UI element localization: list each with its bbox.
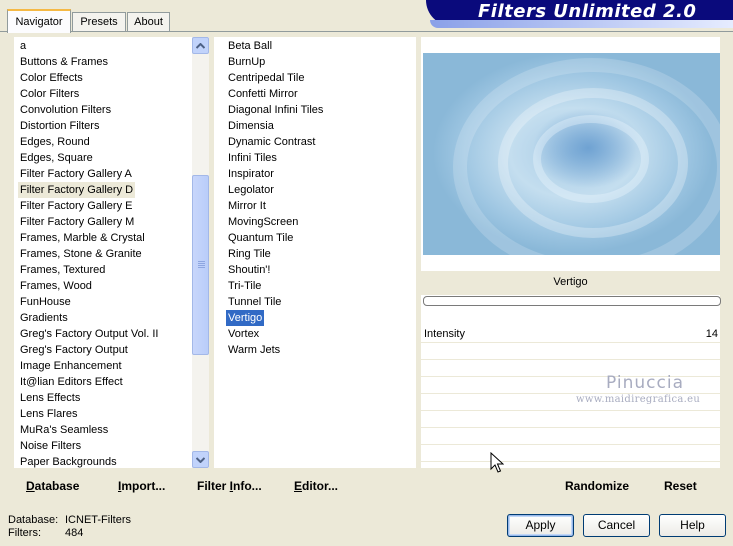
- list-item[interactable]: Color Effects: [18, 70, 85, 86]
- filter-list[interactable]: Beta Ball BurnUp Centripedal Tile Confetti …: [226, 38, 412, 358]
- list-item[interactable]: Gradients: [18, 310, 70, 326]
- chevron-up-icon: [196, 42, 205, 49]
- list-item[interactable]: Filter Factory Gallery D: [18, 182, 136, 198]
- reset-button[interactable]: Reset: [664, 479, 697, 493]
- list-item[interactable]: Filter Factory Gallery A: [18, 166, 134, 182]
- list-item[interactable]: Edges, Square: [18, 150, 95, 166]
- scroll-up-button[interactable]: [192, 37, 209, 54]
- database-button[interactable]: Database: [26, 479, 79, 493]
- param-row: [421, 445, 720, 462]
- list-item[interactable]: Distortion Filters: [18, 118, 101, 134]
- param-row-intensity[interactable]: Intensity 14: [421, 326, 720, 343]
- list-item[interactable]: MovingScreen: [226, 214, 300, 230]
- mouse-cursor-icon: [490, 452, 504, 473]
- category-scrollbar[interactable]: [192, 37, 209, 468]
- database-label: Database:: [8, 514, 59, 526]
- param-row: [421, 411, 720, 428]
- tab-divider: [0, 31, 733, 32]
- list-item[interactable]: Frames, Textured: [18, 262, 107, 278]
- list-item[interactable]: Confetti Mirror: [226, 86, 300, 102]
- list-item[interactable]: Noise Filters: [18, 438, 83, 454]
- filters-count-label: Filters:: [8, 527, 41, 539]
- list-item[interactable]: Dimensia: [226, 118, 276, 134]
- chevron-down-icon: [196, 456, 205, 463]
- tab-presets[interactable]: Presets: [72, 12, 126, 31]
- list-item[interactable]: Convolution Filters: [18, 102, 113, 118]
- list-item[interactable]: Shoutin'!: [226, 262, 272, 278]
- list-item[interactable]: Beta Ball: [226, 38, 274, 54]
- help-button[interactable]: Help: [659, 514, 726, 537]
- param-row: [421, 343, 720, 360]
- list-item[interactable]: Dynamic Contrast: [226, 134, 317, 150]
- list-item[interactable]: Legolator: [226, 182, 276, 198]
- list-item[interactable]: Diagonal Infini Tiles: [226, 102, 325, 118]
- list-item[interactable]: Tri-Tile: [226, 278, 263, 294]
- filter-info-button[interactable]: Filter Info...: [197, 479, 262, 493]
- preview-image: [423, 53, 720, 255]
- progress-bar: [423, 296, 721, 306]
- database-value: ICNET-Filters: [65, 514, 131, 526]
- editor-button[interactable]: Editor...: [294, 479, 338, 493]
- list-item[interactable]: Lens Effects: [18, 390, 82, 406]
- list-item[interactable]: Warm Jets: [226, 342, 282, 358]
- watermark-name: Pinuccia: [606, 373, 684, 393]
- list-item[interactable]: Frames, Stone & Granite: [18, 246, 144, 262]
- tab-navigator[interactable]: Navigator: [7, 9, 71, 33]
- scroll-down-button[interactable]: [192, 451, 209, 468]
- apply-button[interactable]: Apply: [507, 514, 574, 537]
- list-item[interactable]: Tunnel Tile: [226, 294, 283, 310]
- list-item[interactable]: It@lian Editors Effect: [18, 374, 125, 390]
- category-list[interactable]: a Buttons & Frames Color Effects Color Filt…: [18, 38, 190, 470]
- app-title: Filters Unlimited 2.0: [478, 1, 697, 22]
- list-item[interactable]: Vortex: [226, 326, 261, 342]
- list-item[interactable]: Paper Backgrounds: [18, 454, 119, 470]
- list-item[interactable]: Lens Flares: [18, 406, 79, 422]
- list-item[interactable]: Centripedal Tile: [226, 70, 306, 86]
- scroll-thumb[interactable]: [192, 175, 209, 355]
- import-button[interactable]: Import...: [118, 479, 165, 493]
- list-item[interactable]: Filter Factory Gallery E: [18, 198, 134, 214]
- param-row: [421, 428, 720, 445]
- param-value: 14: [705, 328, 718, 340]
- list-item[interactable]: Quantum Tile: [226, 230, 295, 246]
- list-item[interactable]: Greg's Factory Output Vol. II: [18, 326, 160, 342]
- list-item[interactable]: Frames, Wood: [18, 278, 94, 294]
- list-item[interactable]: Ring Tile: [226, 246, 273, 262]
- tab-about[interactable]: About: [127, 12, 170, 31]
- param-label: Intensity: [424, 328, 465, 340]
- list-item[interactable]: FunHouse: [18, 294, 73, 310]
- list-item[interactable]: Image Enhancement: [18, 358, 124, 374]
- list-item[interactable]: Mirror It: [226, 198, 268, 214]
- list-item[interactable]: Filter Factory Gallery M: [18, 214, 136, 230]
- filters-count-value: 484: [65, 527, 84, 539]
- list-item[interactable]: BurnUp: [226, 54, 267, 70]
- list-item[interactable]: Vertigo: [226, 310, 265, 326]
- cancel-button[interactable]: Cancel: [583, 514, 650, 537]
- list-item[interactable]: Frames, Marble & Crystal: [18, 230, 147, 246]
- watermark-url: www.maidiregrafica.eu: [576, 394, 701, 405]
- list-item[interactable]: a: [18, 38, 28, 54]
- list-item[interactable]: Color Filters: [18, 86, 81, 102]
- list-item[interactable]: MuRa's Seamless: [18, 422, 110, 438]
- list-item[interactable]: Greg's Factory Output: [18, 342, 130, 358]
- randomize-button[interactable]: Randomize: [565, 479, 629, 493]
- list-item[interactable]: Edges, Round: [18, 134, 92, 150]
- list-item[interactable]: Infini Tiles: [226, 150, 279, 166]
- selected-filter-name: Vertigo: [553, 276, 588, 288]
- list-item[interactable]: Inspirator: [226, 166, 276, 182]
- list-item[interactable]: Buttons & Frames: [18, 54, 110, 70]
